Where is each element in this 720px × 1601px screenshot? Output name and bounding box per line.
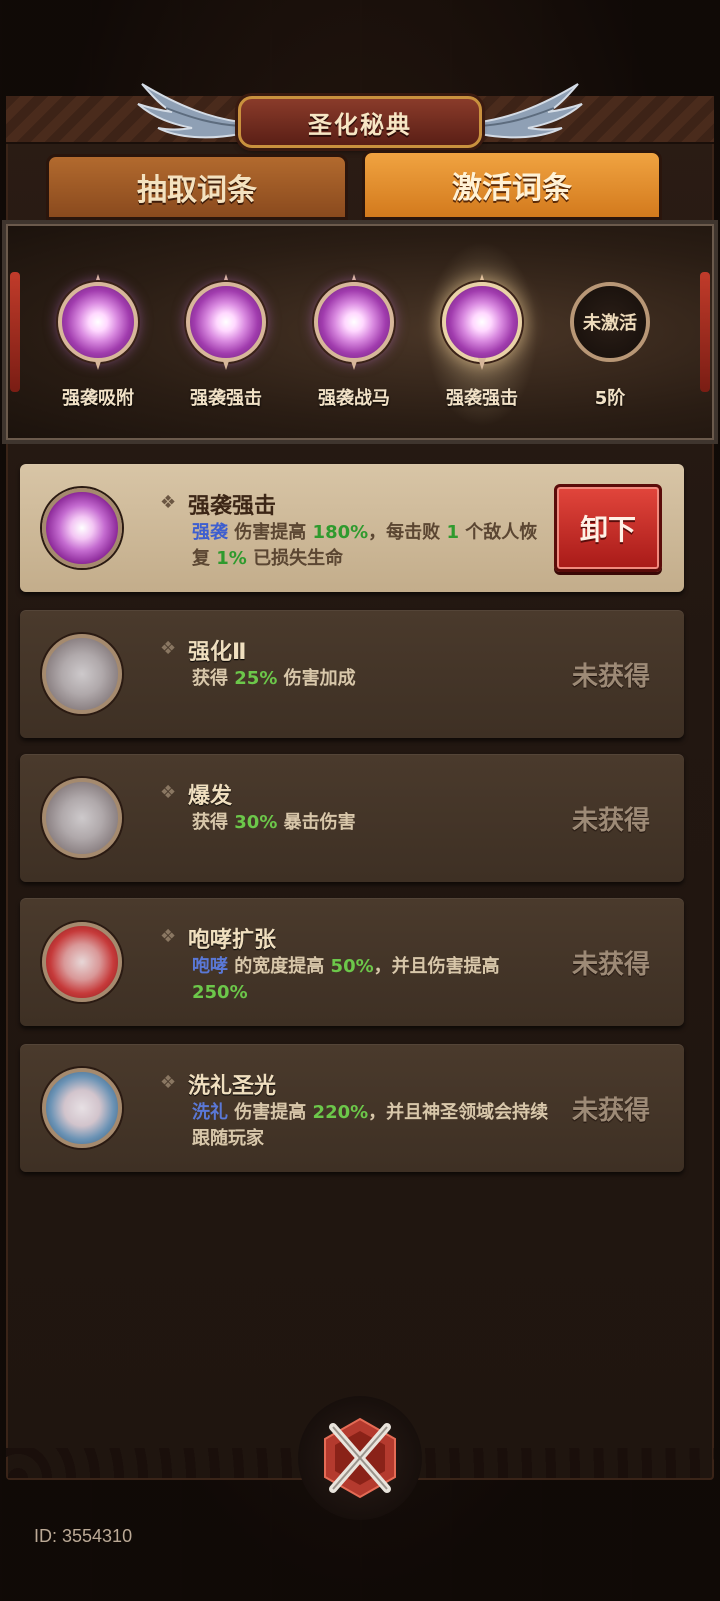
- entry-desc: 咆哮 的宽度提高 50%，并且伤害提高 250%: [192, 956, 500, 1003]
- tab-activate-entries[interactable]: 激活词条: [362, 150, 662, 220]
- slot-label: 5阶: [594, 388, 626, 409]
- grey-orb-icon: [42, 634, 122, 714]
- frame-side-right: [700, 272, 710, 392]
- status-not-obtained: 未获得: [571, 950, 650, 980]
- entry-card[interactable]: ❖ 咆哮扩张 咆哮 的宽度提高 50%，并且伤害提高 250% 未获得: [20, 898, 684, 1026]
- slot-5-locked[interactable]: 未激活 5阶: [560, 272, 660, 422]
- page-title: 圣化秘典: [308, 110, 412, 139]
- purple-orb-icon: [442, 282, 522, 362]
- slot-label: 强袭强击: [190, 388, 262, 409]
- entry-desc: 洗礼 伤害提高 220%，并且神圣领域会持续跟随玩家: [192, 1102, 549, 1149]
- entry-title: 洗礼圣光: [188, 1074, 277, 1099]
- status-not-obtained: 未获得: [571, 1096, 650, 1126]
- entry-title: 咆哮扩张: [188, 928, 277, 953]
- entry-title: 强化Ⅱ: [188, 640, 247, 665]
- slot-orb: [54, 274, 142, 370]
- entry-desc: 强袭 伤害提高 180%，每击败 1 个敌人恢复 1% 已损失生命: [192, 522, 538, 569]
- slot-orb: [422, 234, 542, 434]
- title-plaque: 圣化秘典: [238, 96, 482, 148]
- slot-3[interactable]: 强袭战马: [304, 272, 404, 422]
- diamond-icon: ❖: [160, 492, 177, 513]
- player-id: ID: 3554310: [34, 1526, 133, 1546]
- entry-card[interactable]: ❖ 强化Ⅱ 获得 25% 伤害加成 未获得: [20, 610, 684, 738]
- close-button[interactable]: [298, 1396, 422, 1520]
- entry-desc: 获得 30% 暴击伤害: [192, 812, 356, 833]
- slot-orb: [182, 274, 270, 370]
- slot-orb: 未激活: [566, 274, 654, 370]
- status-not-obtained: 未获得: [571, 662, 650, 692]
- entry-card[interactable]: ❖ 爆发 获得 30% 暴击伤害 未获得: [20, 754, 684, 882]
- slot-4-selected[interactable]: 强袭强击: [422, 234, 542, 434]
- entry-title: 爆发: [188, 784, 233, 809]
- status-not-obtained: 未获得: [571, 806, 650, 836]
- entry-title: 强袭强击: [188, 494, 277, 519]
- slot-label: 强袭强击: [446, 388, 518, 409]
- entry-card[interactable]: ❖ 强袭强击 强袭 伤害提高 180%，每击败 1 个敌人恢复 1% 已损失生命…: [20, 464, 684, 592]
- diamond-icon: ❖: [160, 782, 177, 803]
- purple-orb-icon: [58, 282, 138, 362]
- diamond-icon: ❖: [160, 1072, 177, 1093]
- locked-orb-icon: 未激活: [570, 282, 650, 362]
- entry-card[interactable]: ❖ 洗礼圣光 洗礼 伤害提高 220%，并且神圣领域会持续跟随玩家 未获得: [20, 1044, 684, 1172]
- slot-orb: [310, 274, 398, 370]
- diamond-icon: ❖: [160, 926, 177, 947]
- red-orb-icon: [42, 922, 122, 1002]
- tab-draw-entries[interactable]: 抽取词条: [46, 154, 348, 220]
- slot-label: 强袭吸附: [62, 388, 134, 409]
- purple-orb-icon: [186, 282, 266, 362]
- wing-right-icon: [479, 83, 583, 139]
- crossed-swords-icon: [324, 1417, 396, 1499]
- frame-side-left: [10, 272, 20, 392]
- wing-left-icon: [137, 83, 241, 139]
- diamond-icon: ❖: [160, 638, 177, 659]
- slot-1[interactable]: 强袭吸附: [48, 272, 148, 422]
- purple-orb-icon: [42, 488, 122, 568]
- slot-2[interactable]: 强袭强击: [176, 272, 276, 422]
- grey-orb-icon: [42, 778, 122, 858]
- purple-orb-icon: [314, 282, 394, 362]
- slot-label: 强袭战马: [318, 388, 390, 409]
- unequip-button[interactable]: 卸下: [554, 484, 662, 572]
- blue-orb-icon: [42, 1068, 122, 1148]
- entry-desc: 获得 25% 伤害加成: [192, 668, 356, 689]
